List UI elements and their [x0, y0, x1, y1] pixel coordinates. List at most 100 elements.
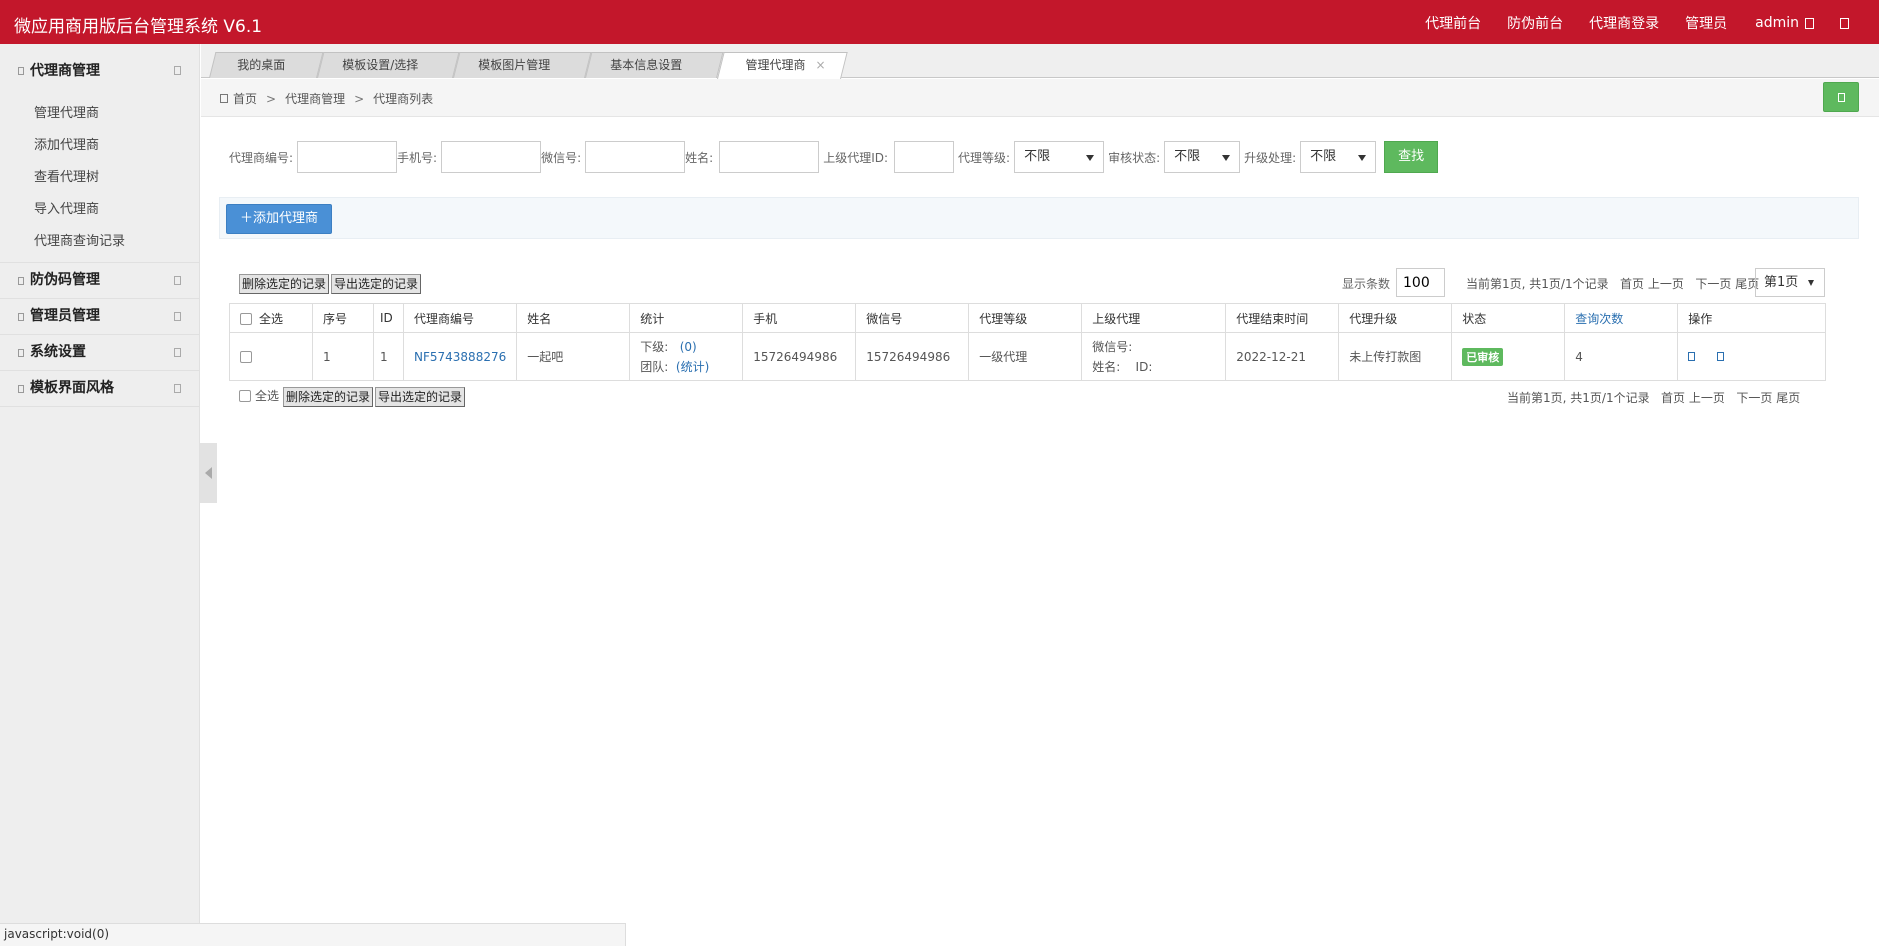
next-page-link[interactable]: 下一页 [1695, 277, 1731, 291]
col-id: ID [373, 303, 404, 333]
pager-top: 当前第1页, 共1页/1个记录 首页 上一页 下一页 尾页 [1466, 275, 1759, 292]
nav-agent-login[interactable]: 代理商登录 [1589, 13, 1659, 33]
sort-query-count-link[interactable]: 查询次数 [1575, 312, 1623, 326]
edit-icon[interactable] [1688, 351, 1696, 361]
menu-title-label: 系统设置 [30, 344, 86, 360]
caret-down-icon [1086, 155, 1095, 161]
row-checkbox[interactable] [240, 351, 252, 363]
phone-input[interactable] [441, 141, 542, 173]
nav-anticounterfeit-front[interactable]: 防伪前台 [1507, 13, 1563, 33]
name-label: 姓名: [685, 150, 714, 165]
menu-title-agent[interactable]: 代理商管理 [0, 44, 199, 98]
cell-status: 已审核 [1451, 332, 1566, 381]
delete-selected-button[interactable]: 删除选定的记录 [239, 274, 330, 294]
export-selected-button[interactable]: 导出选定的记录 [331, 274, 422, 294]
tab-template-images[interactable]: 模板图片管理× [453, 52, 592, 96]
upgrade-select[interactable]: 不限 [1300, 141, 1377, 173]
bottom-export-selected-button[interactable]: 导出选定的记录 [375, 387, 466, 407]
admin-menu[interactable]: admin [1745, 15, 1814, 31]
chevron-icon [174, 312, 181, 321]
page-info: 当前第1页, 共1页/1个记录 [1507, 391, 1650, 405]
refresh-button[interactable] [1823, 82, 1859, 112]
tab-manage-agent[interactable]: 管理代理商 × [717, 52, 848, 79]
first-page-link[interactable]: 首页 [1661, 391, 1685, 405]
fullscreen-icon[interactable] [1840, 17, 1849, 29]
col-stats: 统计 [629, 303, 744, 333]
sidebar-item-agent-tree[interactable]: 查看代理树 [0, 162, 199, 194]
pager-bottom: 当前第1页, 共1页/1个记录 首页 上一页 下一页 尾页 [1507, 389, 1800, 406]
row-select-cell [229, 332, 313, 381]
wechat-label: 微信号: [541, 150, 582, 165]
cell-agent-no: NF5743888276 [402, 332, 518, 381]
app-title: 微应用商用版后台管理系统 V6.1 [14, 17, 263, 37]
add-agent-button[interactable]: ＋添加代理商 [226, 204, 332, 234]
top-nav: 代理前台 防伪前台 代理商登录 管理员 admin [1399, 13, 1849, 33]
agent-no-input[interactable] [297, 141, 398, 173]
search-button[interactable]: 查找 [1384, 141, 1439, 173]
col-level: 代理等级 [968, 303, 1083, 333]
tab-desktop[interactable]: 我的桌面 [209, 52, 324, 78]
prev-page-link[interactable]: 上一页 [1648, 277, 1684, 291]
sidebar-item-agent-query-log[interactable]: 代理商查询记录 [0, 226, 199, 258]
sidebar-item-manage-agent[interactable]: 管理代理商 [0, 98, 199, 130]
close-icon[interactable]: × [816, 58, 826, 72]
tab-basic-info[interactable]: 基本信息设置× [585, 52, 724, 96]
cell-end-time: 2022-12-21 [1225, 332, 1340, 381]
bottom-select-all-checkbox[interactable] [239, 389, 251, 402]
select-all-label: 全选 [259, 311, 284, 326]
bottom-select-all: 全选 [239, 387, 279, 404]
page-size-input[interactable] [1396, 268, 1445, 297]
menu-group-admin: 管理员管理 [0, 299, 199, 335]
last-page-link[interactable]: 尾页 [1776, 391, 1800, 405]
sidebar-item-add-agent[interactable]: 添加代理商 [0, 130, 199, 162]
level-select[interactable]: 不限 [1014, 141, 1105, 173]
prev-page-link[interactable]: 上一页 [1689, 391, 1725, 405]
tab-template-settings[interactable]: 模板设置/选择× [317, 52, 460, 96]
cell-seq: 1 [312, 332, 374, 381]
sidebar-item-import-agent[interactable]: 导入代理商 [0, 194, 199, 226]
sidebar: 代理商管理 管理代理商 添加代理商 查看代理树 导入代理商 代理商查询记录 防伪… [0, 44, 200, 946]
menu-title-anticounterfeit[interactable]: 防伪码管理 [0, 263, 199, 298]
col-name: 姓名 [516, 303, 631, 333]
col-seq: 序号 [312, 303, 374, 333]
level-label: 代理等级: [958, 150, 1011, 165]
browser-status-bar: javascript:void(0) [0, 923, 626, 946]
breadcrumb-separator: > [354, 91, 365, 106]
menu-group-settings: 系统设置 [0, 335, 199, 371]
parent-id-input[interactable] [894, 141, 955, 173]
col-end-time: 代理结束时间 [1225, 303, 1340, 333]
select-all-checkbox[interactable] [240, 313, 252, 325]
cell-id: 1 [373, 332, 404, 381]
name-input[interactable] [719, 141, 820, 173]
breadcrumb-separator: > [266, 91, 277, 106]
bottom-delete-selected-button[interactable]: 删除选定的记录 [283, 387, 374, 407]
breadcrumb-home[interactable]: 首页 [233, 90, 257, 107]
page-select[interactable]: 第1页 [1755, 268, 1825, 297]
first-page-link[interactable]: 首页 [1620, 277, 1644, 291]
menu-title-theme[interactable]: 模板界面风格 [0, 371, 199, 406]
audit-select[interactable]: 不限 [1164, 141, 1241, 173]
breadcrumb-agent-management[interactable]: 代理商管理 [285, 90, 345, 107]
level-select-value: 不限 [1024, 149, 1051, 164]
next-page-link[interactable]: 下一页 [1736, 391, 1772, 405]
sub-count-link[interactable]: (0) [680, 340, 697, 354]
delete-icon[interactable] [1717, 351, 1725, 361]
cell-stats: 下级: (0) 团队: (统计) [629, 332, 744, 381]
agent-no-link[interactable]: NF5743888276 [414, 350, 506, 364]
team-stats-link[interactable]: (统计) [676, 360, 709, 374]
wechat-input[interactable] [585, 141, 686, 173]
breadcrumb: 首页 > 代理商管理 > 代理商列表 [220, 90, 433, 107]
menu-title-admin[interactable]: 管理员管理 [0, 299, 199, 334]
palette-icon [18, 385, 24, 393]
chevron-icon [174, 384, 181, 393]
table-header-row: 全选 序号 ID 代理商编号 姓名 统计 手机 微信号 代理等级 上级代理 代理… [229, 303, 1826, 333]
sidebar-collapse-handle[interactable] [200, 443, 217, 503]
admin-name[interactable]: admin [1755, 15, 1799, 31]
col-query-count[interactable]: 查询次数 [1564, 303, 1679, 333]
chevron-left-icon [205, 467, 212, 479]
team-label: 团队: [640, 359, 669, 374]
tab-label: 模板图片管理 [478, 58, 551, 72]
menu-title-settings[interactable]: 系统设置 [0, 335, 199, 370]
nav-agent-front[interactable]: 代理前台 [1425, 13, 1481, 33]
code-icon [18, 277, 24, 285]
